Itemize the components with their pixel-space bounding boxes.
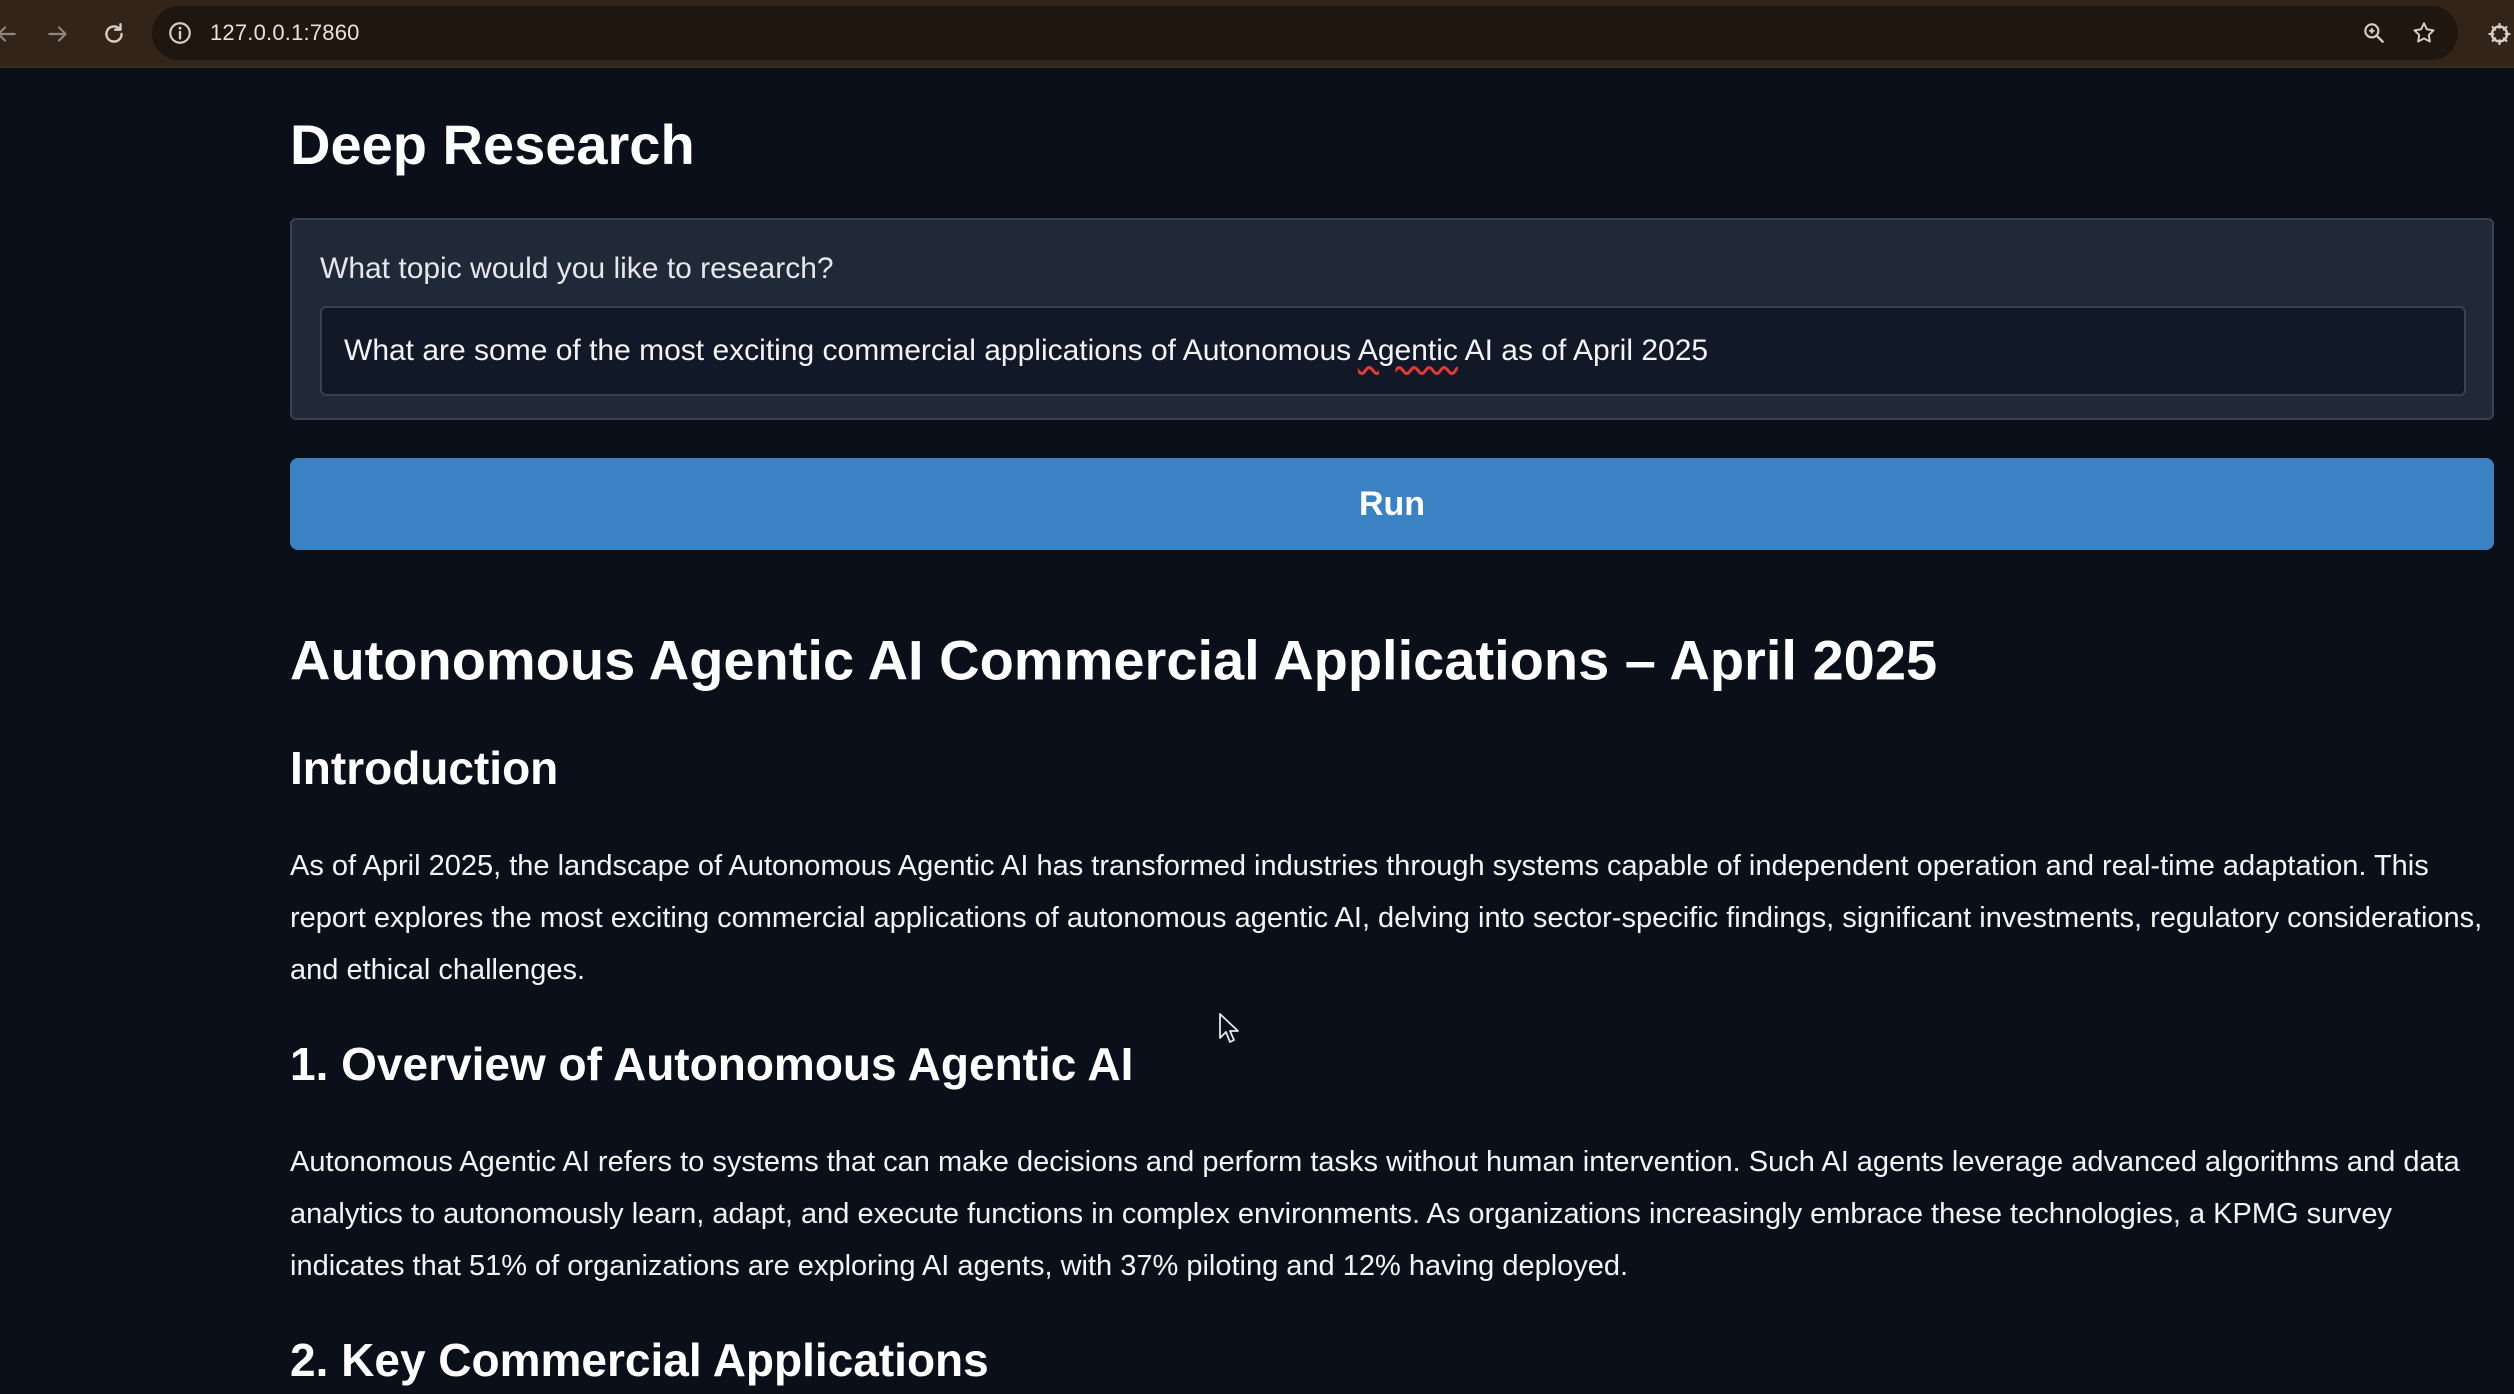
address-bar[interactable]: 127.0.0.1:7860 xyxy=(152,6,2458,60)
report-title: Autonomous Agentic AI Commercial Applica… xyxy=(290,628,1938,692)
section-1-paragraph: Autonomous Agentic AI refers to systems … xyxy=(290,1146,2460,1282)
app-page: Deep Research What topic would you like … xyxy=(0,70,2514,1394)
url-text[interactable]: 127.0.0.1:7860 xyxy=(210,20,360,46)
topic-input-text: What are some of the most exciting comme… xyxy=(344,334,1709,367)
introduction-heading: Introduction xyxy=(290,742,559,794)
reload-icon[interactable] xyxy=(94,14,134,54)
extension-icon[interactable] xyxy=(2482,14,2514,54)
topic-input-label: What topic would you like to research? xyxy=(320,252,834,285)
browser-toolbar: 127.0.0.1:7860 xyxy=(0,0,2514,68)
bookmark-star-icon[interactable] xyxy=(2408,17,2440,49)
topic-input-panel: What topic would you like to research? W… xyxy=(290,218,2494,420)
zoom-icon[interactable] xyxy=(2358,17,2390,49)
back-icon[interactable] xyxy=(0,14,26,54)
app-title: Deep Research xyxy=(290,113,695,176)
forward-icon[interactable] xyxy=(38,14,78,54)
mouse-cursor-icon xyxy=(1219,1013,1239,1043)
section-2-heading: 2. Key Commercial Applications xyxy=(290,1334,989,1386)
topic-input[interactable]: What are some of the most exciting comme… xyxy=(320,306,2466,396)
run-button[interactable]: Run xyxy=(290,458,2494,550)
spellcheck-flagged-word: Agentic xyxy=(1357,334,1458,367)
site-info-icon[interactable] xyxy=(166,19,194,47)
introduction-paragraph: As of April 2025, the landscape of Auton… xyxy=(290,850,2483,986)
section-1-heading: 1. Overview of Autonomous Agentic AI xyxy=(290,1038,1134,1090)
